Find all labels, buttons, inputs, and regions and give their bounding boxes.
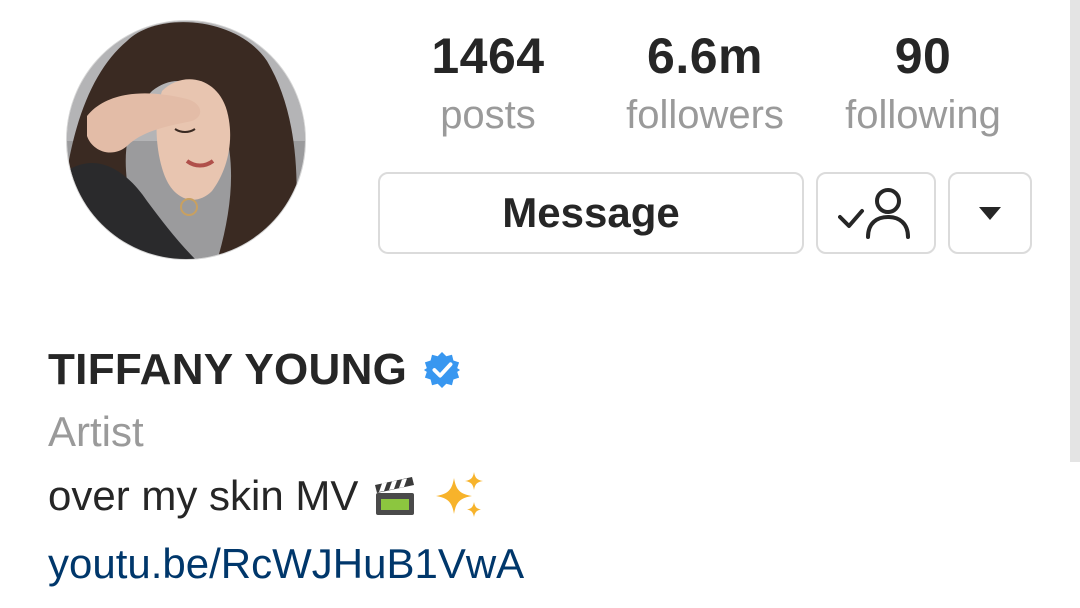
following-label: following <box>845 93 1001 137</box>
scrollbar[interactable] <box>1070 0 1080 462</box>
suggested-accounts-dropdown-button[interactable] <box>948 172 1032 254</box>
profile-header: 1464 posts 6.6m followers 90 following M… <box>0 0 1080 608</box>
bio-text: over my skin MV <box>48 472 359 519</box>
following-count: 90 <box>894 28 952 84</box>
avatar-photo <box>67 21 305 259</box>
posts-stat[interactable]: 1464 posts <box>418 26 558 138</box>
verified-badge-icon <box>423 351 461 389</box>
followers-label: followers <box>626 93 784 137</box>
profile-avatar[interactable] <box>66 20 306 260</box>
posts-label: posts <box>440 93 536 137</box>
followers-stat[interactable]: 6.6m followers <box>610 26 800 138</box>
profile-bio: over my skin MV <box>48 468 486 524</box>
triangle-down-icon <box>979 207 1001 220</box>
message-button[interactable]: Message <box>378 172 804 254</box>
user-check-icon <box>838 188 910 239</box>
followers-count: 6.6m <box>647 28 763 84</box>
posts-count: 1464 <box>431 28 545 84</box>
following-stat[interactable]: 90 following <box>830 26 1016 138</box>
following-status-button[interactable] <box>816 172 936 254</box>
profile-name-row: TIFFANY YOUNG <box>48 340 461 400</box>
profile-name: TIFFANY YOUNG <box>48 345 408 394</box>
sparkles-emoji <box>432 470 486 522</box>
profile-link[interactable]: youtu.be/RcWJHuB1VwA <box>48 536 524 592</box>
message-button-label: Message <box>502 189 680 236</box>
clapper-board-emoji <box>372 473 418 519</box>
profile-category: Artist <box>48 408 144 455</box>
